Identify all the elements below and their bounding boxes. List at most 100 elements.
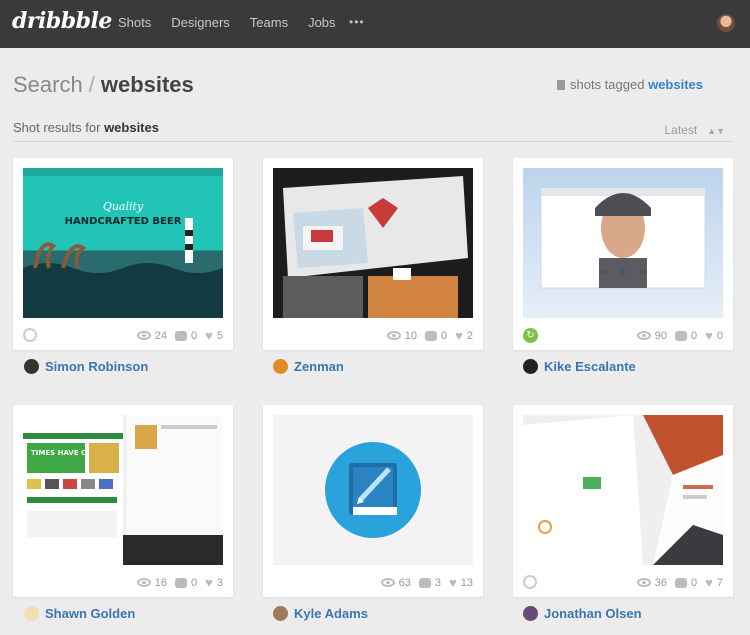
shot-stats: 90 0 ♥ 0 <box>629 329 723 342</box>
views-count: 24 <box>154 329 168 342</box>
shot-card: 10 0 ♥ 2 <box>263 158 483 350</box>
heart-icon: ♥ <box>705 328 713 343</box>
heart-icon: ♥ <box>449 575 457 590</box>
shot-card: ↻ 90 0 ♥ 0 <box>513 158 733 350</box>
top-nav: dribbble Shots Designers Teams Jobs ••• <box>0 0 750 48</box>
results-label: Shot results for websites <box>13 120 159 135</box>
likes-stat[interactable]: ♥ 13 <box>449 576 473 589</box>
views-stat: 16 <box>136 576 168 589</box>
shot-thumbnail[interactable] <box>273 415 473 565</box>
shot-author[interactable]: Kyle Adams <box>273 606 368 621</box>
comments-count: 0 <box>191 576 198 589</box>
shot-thumbnail[interactable]: Quality HANDCRAFTED BEER <box>23 168 223 318</box>
comments-stat[interactable]: 3 <box>418 576 442 589</box>
comments-count: 3 <box>434 576 442 589</box>
comment-icon <box>418 577 431 588</box>
eye-icon <box>136 578 151 587</box>
comment-icon <box>175 330 188 341</box>
author-avatar <box>523 606 538 621</box>
shot-thumbnail[interactable]: TIMES HAVE CHANGED. <box>23 415 223 565</box>
shot-stats: 16 0 ♥ 3 <box>129 576 223 589</box>
author-avatar <box>273 359 288 374</box>
truck-website-illustration <box>283 176 468 318</box>
tagged-link: shots tagged websites <box>557 77 703 92</box>
shot-author[interactable]: Simon Robinson <box>24 359 148 374</box>
likes-count: 13 <box>460 576 473 589</box>
search-label: Search <box>13 72 83 97</box>
views-stat: 10 <box>386 329 418 342</box>
likes-count: 0 <box>716 329 723 342</box>
likes-stat[interactable]: ♥ 3 <box>205 576 223 589</box>
comments-stat[interactable]: 0 <box>675 576 697 589</box>
link-icon[interactable] <box>20 325 40 345</box>
comments-count: 0 <box>191 329 198 342</box>
comment-icon <box>425 330 438 341</box>
portfolio-illustration <box>540 187 706 289</box>
rebound-icon[interactable]: ↻ <box>523 328 538 343</box>
shot-thumbnail[interactable] <box>523 415 723 565</box>
author-name: Simon Robinson <box>45 359 149 374</box>
shot-author[interactable]: Zenman <box>273 359 344 374</box>
eye-icon <box>386 331 401 340</box>
shot-stats: 36 0 ♥ 7 <box>629 576 723 589</box>
shot-thumbnail[interactable] <box>523 168 723 318</box>
author-avatar <box>24 359 39 374</box>
shot-author[interactable]: Shawn Golden <box>24 606 135 621</box>
shot-stats: 24 0 ♥ 5 <box>129 329 223 342</box>
comments-count: 0 <box>441 329 448 342</box>
nav-teams[interactable]: Teams <box>250 15 288 30</box>
more-menu-icon[interactable]: ••• <box>349 15 365 29</box>
sort-value: Latest <box>664 123 698 137</box>
shot-author[interactable]: Kike Escalante <box>523 359 636 374</box>
tagged-term-link[interactable]: websites <box>648 77 703 92</box>
comment-icon <box>675 330 688 341</box>
nav-designers[interactable]: Designers <box>171 15 230 30</box>
views-stat: 36 <box>636 576 667 589</box>
user-avatar[interactable] <box>717 14 735 32</box>
author-avatar <box>523 359 538 374</box>
nav-shots[interactable]: Shots <box>118 15 151 30</box>
comments-stat[interactable]: 0 <box>175 329 197 342</box>
likes-stat[interactable]: ♥ 7 <box>705 576 723 589</box>
tagged-prefix: shots tagged <box>570 77 645 92</box>
author-avatar <box>24 606 39 621</box>
comments-count: 0 <box>691 329 698 342</box>
likes-count: 5 <box>216 329 223 342</box>
author-name: Kike Escalante <box>544 359 636 374</box>
author-name: Jonathan Olsen <box>544 606 642 621</box>
likes-count: 3 <box>216 576 223 589</box>
views-count: 90 <box>654 329 668 342</box>
heart-icon: ♥ <box>705 575 713 590</box>
comments-stat[interactable]: 0 <box>175 576 197 589</box>
comments-stat[interactable]: 0 <box>675 329 697 342</box>
nav-items: Shots Designers Teams Jobs <box>118 15 356 30</box>
page-title: Search / websites <box>13 72 194 98</box>
likes-stat[interactable]: ♥ 5 <box>205 329 223 342</box>
author-name: Kyle Adams <box>294 606 368 621</box>
comment-icon <box>175 577 188 588</box>
eye-icon <box>636 331 651 340</box>
comments-stat[interactable]: 0 <box>425 329 447 342</box>
book-pencil-illustration <box>325 442 421 538</box>
likes-count: 2 <box>466 329 473 342</box>
sort-arrows-icon: ▲▼ <box>707 126 725 136</box>
shot1-line2: HANDCRAFTED BEER <box>65 216 182 227</box>
nav-jobs[interactable]: Jobs <box>308 15 335 30</box>
title-separator: / <box>88 72 95 97</box>
tag-icon <box>557 80 565 90</box>
link-icon[interactable] <box>520 572 540 592</box>
shot-author[interactable]: Jonathan Olsen <box>523 606 642 621</box>
shot-card: TIMES HAVE CHANGED. 16 0 ♥ 3 <box>13 405 233 597</box>
views-stat: 24 <box>136 329 168 342</box>
views-stat: 90 <box>636 329 668 342</box>
views-count: 10 <box>404 329 418 342</box>
results-term: websites <box>104 120 159 135</box>
views-count: 16 <box>154 576 168 589</box>
views-stat: 63 <box>380 576 411 589</box>
shot-card: 36 0 ♥ 7 <box>513 405 733 597</box>
sort-select[interactable]: Latest ▲▼ <box>664 123 725 137</box>
dribbble-logo[interactable]: dribbble <box>12 8 112 34</box>
likes-stat[interactable]: ♥ 0 <box>705 329 723 342</box>
shot-thumbnail[interactable] <box>273 168 473 318</box>
likes-stat[interactable]: ♥ 2 <box>455 329 473 342</box>
